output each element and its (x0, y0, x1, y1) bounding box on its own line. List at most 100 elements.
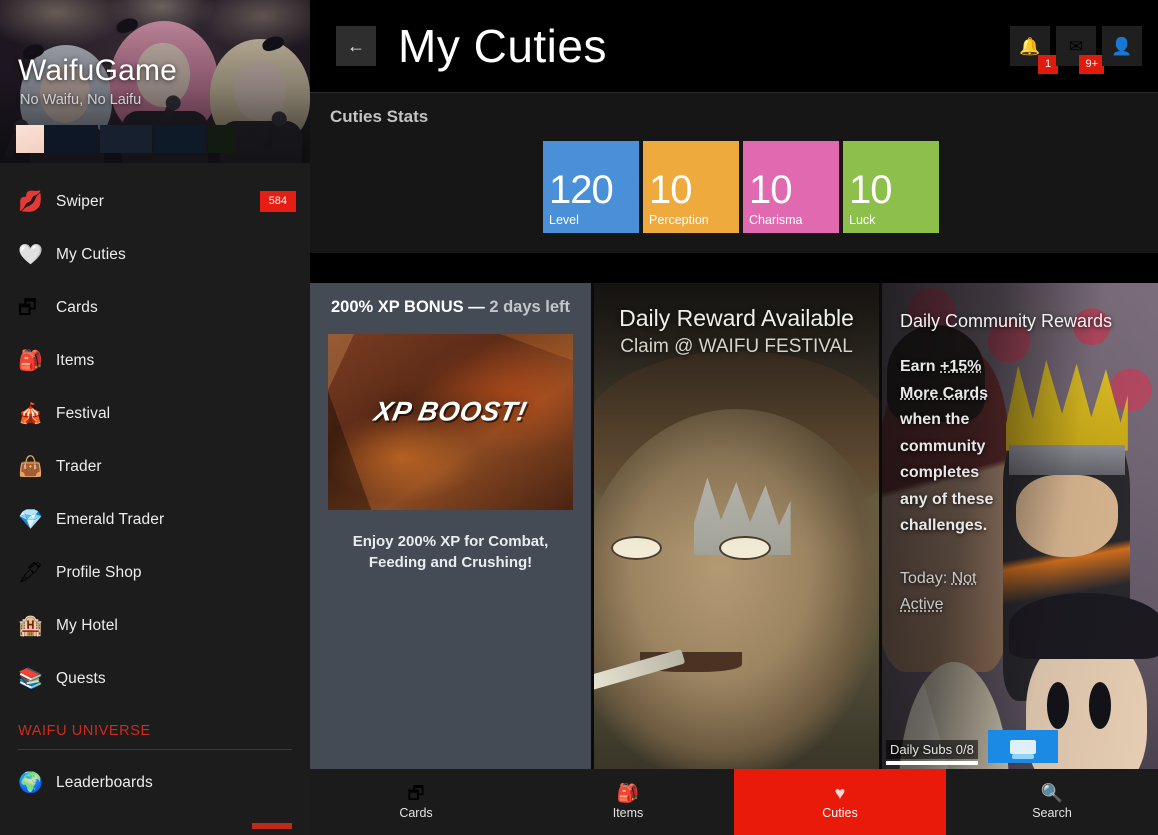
community-claim-button[interactable] (988, 730, 1058, 763)
top-actions: 🔔 1 ✉ 9+ 👤 (1010, 26, 1148, 74)
community-body-post: when the community completes any of thes… (900, 411, 994, 535)
page-title: My Cuties (398, 20, 607, 72)
swiper-badge: 584 (259, 191, 296, 212)
daily-subs-label: Daily Subs 0/8 (886, 740, 978, 759)
main-area: ← My Cuties 🔔 1 ✉ 9+ 👤 Cuties Stats 120 … (310, 0, 1158, 835)
pen-icon: 🖋 (18, 561, 44, 584)
sidebar-section-waifu-universe: WAIFU UNIVERSE (18, 723, 151, 739)
xp-boost-banner: XP BOOST! (328, 334, 573, 511)
stat-value: 120 (549, 168, 614, 212)
promo-cards-row: 200% XP BONUS — 2 days left XP BOOST! En… (310, 283, 1158, 769)
stat-value: 10 (649, 168, 693, 212)
cards-icon: 🗗 (407, 783, 425, 803)
notifications-badge: 1 (1038, 55, 1058, 74)
add-friend-button[interactable]: 👤 (1102, 26, 1142, 66)
sidebar-item-swiper[interactable]: 💋 Swiper 584 (0, 175, 310, 228)
bottom-nav-label: Search (1032, 806, 1072, 820)
bottom-nav-label: Cuties (822, 806, 858, 820)
xp-promo-title: 200% XP BONUS — 2 days left (310, 283, 591, 318)
backpack-icon: 🎒 (616, 783, 640, 803)
thumbnail-item[interactable] (100, 125, 152, 153)
xp-promo-title-main: 200% XP BONUS — (330, 298, 490, 316)
stat-value: 10 (849, 168, 893, 212)
daily-reward-subtitle: Claim @ WAIFU FESTIVAL (620, 336, 853, 357)
bottom-nav-search[interactable]: 🔍 Search (946, 769, 1158, 835)
community-body-pre: Earn (900, 358, 941, 375)
lips-icon: 💋 (18, 190, 43, 213)
sidebar-item-label: Trader (56, 457, 102, 475)
stat-card-luck[interactable]: 10 Luck (843, 141, 939, 233)
stat-card-charisma[interactable]: 10 Charisma (743, 141, 839, 233)
envelope-icon: ✉ (1068, 36, 1084, 56)
messages-badge: 9+ (1079, 55, 1104, 74)
stat-label: Perception (649, 213, 709, 227)
promo-card-xp-bonus[interactable]: 200% XP BONUS — 2 days left XP BOOST! En… (310, 283, 591, 769)
sidebar-item-label: Profile Shop (56, 563, 142, 581)
community-rewards-title: Daily Community Rewards (900, 311, 1113, 331)
globe-icon: 🌍 (18, 771, 43, 794)
stats-panel: Cuties Stats 120 Level 10 Perception 10 … (310, 92, 1158, 253)
community-rewards-footer: Daily Subs 0/8 (882, 730, 1158, 765)
heart-icon: 🤍 (18, 243, 43, 266)
books-icon: 📚 (18, 667, 43, 690)
sidebar-item-trader[interactable]: 👜 Trader (0, 440, 310, 493)
notifications-button[interactable]: 🔔 1 (1010, 26, 1058, 74)
handbag-icon: 👜 (18, 455, 43, 478)
stat-label: Charisma (749, 213, 803, 227)
stat-card-perception[interactable]: 10 Perception (643, 141, 739, 233)
messages-button[interactable]: ✉ 9+ (1056, 26, 1104, 74)
sidebar-item-cards[interactable]: 🗗 Cards (0, 281, 310, 334)
sidebar-brand-hero: WaifuGame No Waifu, No Laifu (0, 0, 310, 163)
bell-icon: 🔔 (1019, 36, 1041, 56)
sidebar-item-label: Emerald Trader (56, 510, 165, 528)
promo-card-community-rewards[interactable]: Daily Community Rewards Earn +15% More C… (882, 283, 1158, 769)
sidebar-item-label: Festival (56, 404, 111, 422)
stats-title: Cuties Stats (330, 107, 429, 126)
sidebar-item-emerald-trader[interactable]: 💎 Emerald Trader (0, 493, 310, 546)
bottom-nav-cuties[interactable]: ♥ Cuties (734, 769, 946, 835)
stat-card-level[interactable]: 120 Level (543, 141, 639, 233)
thumbnail-item[interactable] (154, 125, 206, 153)
xp-promo-title-days: 2 days left (489, 298, 571, 316)
xp-boost-banner-text: XP BOOST! (371, 396, 530, 427)
thumbnail-item[interactable] (208, 125, 236, 153)
stat-value: 10 (749, 168, 793, 212)
thumbnail-item[interactable] (46, 125, 98, 153)
xp-promo-description: Enjoy 200% XP for Combat, Feeding and Cr… (352, 533, 549, 571)
stat-label: Level (549, 213, 579, 227)
heart-icon: ♥ (834, 783, 846, 803)
sidebar-item-label: Quests (56, 669, 106, 687)
sidebar-item-quests[interactable]: 📚 Quests (0, 652, 310, 705)
search-icon: 🔍 (1040, 783, 1064, 803)
panel-gap (310, 253, 1158, 283)
stat-label: Luck (849, 213, 876, 227)
brand-thumbnail-strip[interactable] (16, 125, 236, 153)
gem-icon: 💎 (18, 508, 43, 531)
bottom-nav-cards[interactable]: 🗗 Cards (310, 769, 522, 835)
sidebar-item-label: My Hotel (56, 616, 118, 634)
sidebar-item-my-hotel[interactable]: 🏨 My Hotel (0, 599, 310, 652)
bottom-nav-label: Items (612, 806, 644, 820)
bottom-nav: 🗗 Cards 🎒 Items ♥ Cuties 🔍 Search (310, 769, 1158, 835)
sidebar-item-profile-shop[interactable]: 🖋 Profile Shop (0, 546, 310, 599)
app-root: WaifuGame No Waifu, No Laifu 💋 Swiper 58… (0, 0, 1158, 835)
daily-subs-progress: Daily Subs 0/8 (884, 740, 978, 765)
thumbnail-item[interactable] (16, 125, 44, 153)
sidebar-item-my-cuties[interactable]: 🤍 My Cuties (0, 228, 310, 281)
promo-card-daily-reward[interactable]: Daily Reward Available Claim @ WAIFU FES… (594, 283, 879, 769)
sidebar-item-festival[interactable]: 🎪 Festival (0, 387, 310, 440)
cards-icon: 🗗 (18, 296, 37, 319)
brand-tagline: No Waifu, No Laifu (20, 92, 142, 108)
brand-title: WaifuGame (18, 54, 178, 87)
bottom-nav-items[interactable]: 🎒 Items (522, 769, 734, 835)
community-today-pre: Today: (900, 569, 952, 587)
sidebar-item-leaderboards[interactable]: 🌍 Leaderboards (0, 756, 310, 809)
sidebar-item-items[interactable]: 🎒 Items (0, 334, 310, 387)
sidebar-item-label: My Cuties (56, 245, 126, 263)
hotel-icon: 🏨 (18, 614, 43, 637)
daily-subs-bar (886, 761, 978, 765)
circus-tent-icon: 🎪 (18, 402, 43, 425)
sidebar-item-label: Cards (56, 298, 98, 316)
back-button[interactable]: ← (336, 26, 376, 66)
stats-row: 120 Level 10 Perception 10 Charisma 10 L… (310, 141, 1158, 233)
